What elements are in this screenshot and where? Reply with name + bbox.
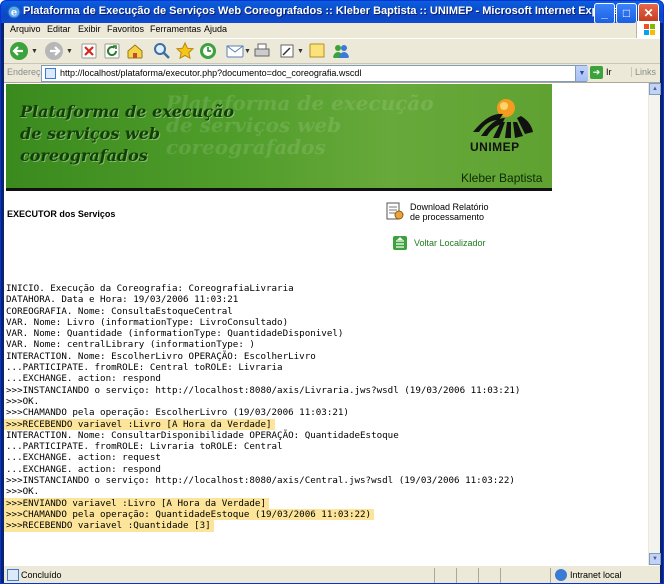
log-line: >>>OK. xyxy=(6,395,40,407)
unimep-logo-text: UNIMEP xyxy=(470,140,520,154)
search-icon[interactable] xyxy=(152,41,172,61)
status-divider xyxy=(434,568,435,583)
log-line: >>>CHAMANDO pela operação: QuantidadeEst… xyxy=(4,508,375,521)
edit-dropdown-icon[interactable]: ▼ xyxy=(297,48,304,55)
header-banner: Plataforma de execução de serviços web c… xyxy=(6,84,552,191)
banner-divider xyxy=(6,188,552,191)
maximize-button[interactable]: □ xyxy=(616,3,637,24)
scroll-down-icon[interactable]: ▼ xyxy=(649,553,661,565)
menu-ferramentas[interactable]: Ferramentas xyxy=(150,24,201,34)
log-line: >>>ENVIANDO variavel :Livro [A Hora da V… xyxy=(4,497,269,509)
status-divider xyxy=(500,568,501,583)
toolbar: ▼ ▼ ▼ ▼ xyxy=(4,38,660,64)
browser-window: e Plataforma de Execução de Serviços Web… xyxy=(0,0,664,584)
refresh-icon[interactable] xyxy=(102,41,122,61)
mail-dropdown-icon[interactable]: ▼ xyxy=(244,48,251,55)
log-line: INTERACTION. Nome: EscolherLivro OPERAÇÃ… xyxy=(6,350,316,362)
page-title: EXECUTOR dos Serviços xyxy=(7,209,116,219)
back-dropdown-icon[interactable]: ▼ xyxy=(31,48,38,55)
back-icon[interactable] xyxy=(9,41,29,61)
forward-icon[interactable] xyxy=(44,41,64,61)
links-button[interactable]: Links xyxy=(631,67,656,77)
menu-arquivo[interactable]: Arquivo xyxy=(10,24,41,34)
vertical-scrollbar[interactable]: ▲ ▼ xyxy=(648,83,661,565)
home-icon[interactable] xyxy=(125,41,145,61)
menu-editar[interactable]: Editar xyxy=(47,24,71,34)
log-line: COREOGRAFIA. Nome: ConsultaEstoqueCentra… xyxy=(6,305,233,317)
messenger-icon[interactable] xyxy=(331,41,351,61)
log-line: ...PARTICIPATE. fromROLE: Central toROLE… xyxy=(6,362,283,374)
log-line: >>>INSTANCIANDO o serviço: http://localh… xyxy=(6,384,521,396)
status-divider xyxy=(456,568,457,583)
log-line: ...EXCHANGE. action: request xyxy=(6,452,161,464)
menu-ajuda[interactable]: Ajuda xyxy=(204,24,227,34)
menu-exibir[interactable]: Exibir xyxy=(78,24,101,34)
status-divider xyxy=(550,568,551,583)
security-zone-label: Intranet local xyxy=(570,570,622,580)
windows-logo-icon xyxy=(636,21,660,39)
log-line: ...EXCHANGE. action: respond xyxy=(6,373,161,385)
banner-author: Kleber Baptista xyxy=(461,171,543,185)
log-line: INICIO. Execução da Coreografia: Coreogr… xyxy=(6,283,294,294)
log-line: INTERACTION. Nome: ConsultarDisponibilid… xyxy=(6,429,399,441)
banner-title-line-2: de serviços web xyxy=(20,124,161,143)
download-report-icon[interactable] xyxy=(386,201,404,221)
unimep-logo-icon xyxy=(473,99,533,138)
mail-icon[interactable] xyxy=(225,41,245,61)
banner-title-line-1: Plataforma de execução xyxy=(20,102,235,121)
go-button[interactable]: Ir xyxy=(606,67,612,77)
title-bar[interactable]: e Plataforma de Execução de Serviços Web… xyxy=(1,1,663,24)
print-icon[interactable] xyxy=(252,41,272,61)
download-report-link[interactable]: Download Relatório de processamento xyxy=(410,202,489,222)
log-line: >>>RECEBENDO variavel :Quantidade [3] xyxy=(4,520,214,532)
scroll-up-icon[interactable]: ▲ xyxy=(649,83,661,95)
status-divider xyxy=(478,568,479,583)
favorites-icon[interactable] xyxy=(175,41,195,61)
address-bar: Endereço http://localhost/plataforma/exe… xyxy=(4,64,660,83)
history-icon[interactable] xyxy=(198,41,218,61)
log-line: VAR. Nome: Livro (informationType: Livro… xyxy=(6,316,289,328)
log-line: VAR. Nome: Quantidade (informationType: … xyxy=(6,328,344,340)
log-line: >>>RECEBENDO variavel :Livro [A Hora da … xyxy=(4,418,275,430)
forward-dropdown-icon[interactable]: ▼ xyxy=(66,48,73,55)
banner-title: Plataforma de execução de serviços web c… xyxy=(20,101,234,167)
log-line: DATAHORA. Data e Hora: 19/03/2006 11:03:… xyxy=(6,294,239,306)
page-icon xyxy=(45,68,56,79)
back-list-icon[interactable] xyxy=(393,236,407,250)
page-viewport: Plataforma de execução de serviços web c… xyxy=(4,83,648,565)
log-line: ...EXCHANGE. action: respond xyxy=(6,463,161,475)
stop-icon[interactable] xyxy=(79,41,99,61)
log-line: >>>INSTANCIANDO o serviço: http://localh… xyxy=(6,475,515,487)
discuss-icon[interactable] xyxy=(307,41,327,61)
banner-title-line-3: coreografados xyxy=(20,146,148,165)
address-dropdown-icon[interactable]: ▼ xyxy=(575,66,588,81)
execution-log: INICIO. Execução da Coreografia: Coreogr… xyxy=(4,283,644,532)
status-bar: Concluído Intranet local xyxy=(4,565,660,583)
status-text: Concluído xyxy=(21,570,62,580)
intranet-zone-icon xyxy=(555,569,567,581)
go-arrow-icon[interactable]: ➔ xyxy=(590,66,603,79)
back-locator-link[interactable]: Voltar Localizador xyxy=(414,238,486,248)
page-done-icon xyxy=(7,569,19,581)
menu-favoritos[interactable]: Favoritos xyxy=(107,24,144,34)
address-url[interactable]: http://localhost/plataforma/executor.php… xyxy=(60,68,361,78)
address-input[interactable]: http://localhost/plataforma/executor.php… xyxy=(41,65,588,82)
log-line: >>>OK. xyxy=(6,486,40,498)
menu-bar: Arquivo Editar Exibir Favoritos Ferramen… xyxy=(4,21,660,39)
log-line: VAR. Nome: centralLibrary (informationTy… xyxy=(6,339,255,351)
address-label: Endereço xyxy=(7,67,46,77)
log-line: >>>CHAMANDO pela operação: EscolherLivro… xyxy=(6,407,349,419)
edit-icon[interactable] xyxy=(277,41,297,61)
internet-explorer-icon: e xyxy=(7,5,21,19)
log-line: ...PARTICIPATE. fromROLE: Livraria toROL… xyxy=(6,441,283,453)
svg-text:e: e xyxy=(11,8,17,19)
minimize-button[interactable]: _ xyxy=(594,3,615,24)
window-title: Plataforma de Execução de Serviços Web C… xyxy=(23,5,623,17)
